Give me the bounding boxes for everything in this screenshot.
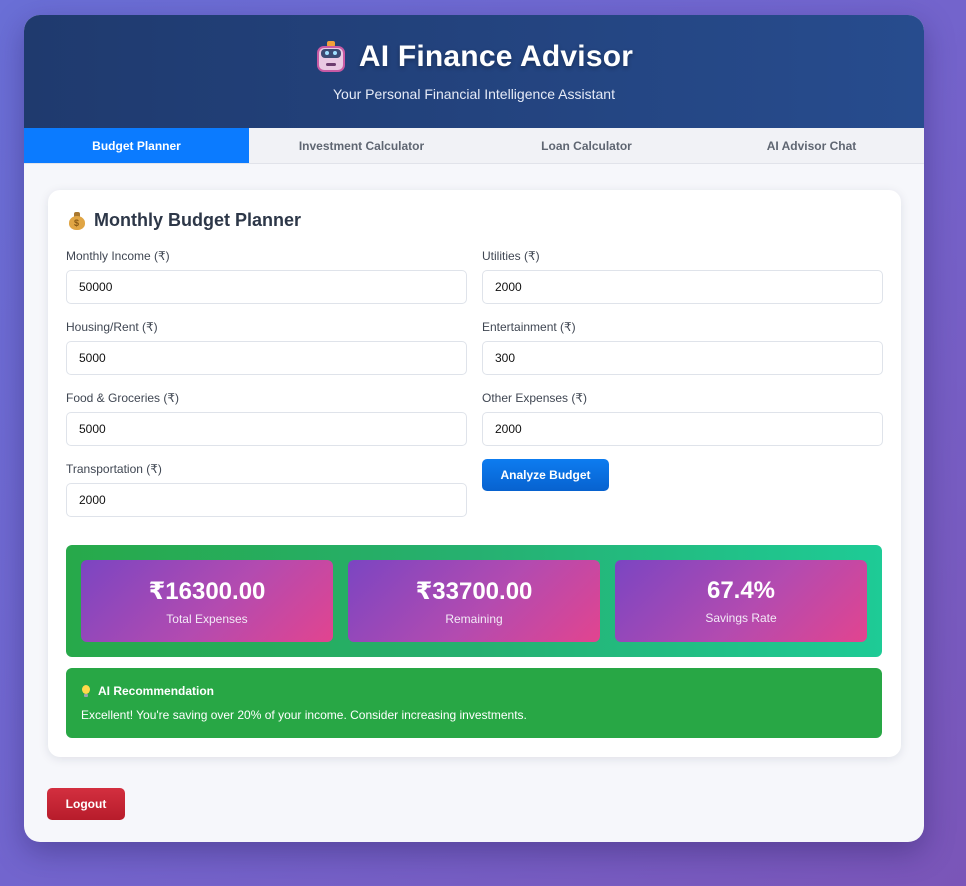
- transport-field-group: Transportation (₹): [66, 462, 467, 517]
- app-header: AI Finance Advisor Your Personal Financi…: [24, 15, 924, 128]
- entertainment-input[interactable]: [482, 341, 883, 375]
- analyze-budget-button[interactable]: Analyze Budget: [482, 459, 609, 491]
- income-field-group: Monthly Income (₹): [66, 249, 467, 304]
- logout-button[interactable]: Logout: [47, 788, 125, 820]
- app-subtitle: Your Personal Financial Intelligence Ass…: [333, 86, 615, 102]
- remaining-card: ₹33700.00 Remaining: [348, 560, 600, 642]
- tab-investment-calculator[interactable]: Investment Calculator: [249, 128, 474, 163]
- money-bag-icon: $: [68, 211, 86, 230]
- food-field-group: Food & Groceries (₹): [66, 391, 467, 446]
- savings-rate-value: 67.4%: [706, 577, 776, 604]
- other-expenses-label: Other Expenses (₹): [482, 391, 588, 405]
- tab-bar: Budget Planner Investment Calculator Loa…: [24, 128, 924, 164]
- card-title: $ Monthly Budget Planner: [68, 210, 301, 231]
- housing-input[interactable]: [66, 341, 467, 375]
- entertainment-label: Entertainment (₹): [482, 320, 576, 334]
- housing-label: Housing/Rent (₹): [66, 320, 158, 334]
- remaining-value: ₹33700.00: [415, 578, 533, 605]
- tab-ai-advisor-chat[interactable]: AI Advisor Chat: [699, 128, 924, 163]
- recommendation-header: AI Recommendation: [81, 684, 867, 698]
- food-label: Food & Groceries (₹): [66, 391, 179, 405]
- income-label: Monthly Income (₹): [66, 249, 170, 263]
- savings-rate-card: 67.4% Savings Rate: [615, 560, 867, 642]
- other-expenses-input[interactable]: [482, 412, 883, 446]
- budget-card: $ Monthly Budget Planner Monthly Income …: [48, 190, 901, 757]
- tab-budget-planner[interactable]: Budget Planner: [24, 128, 249, 163]
- tab-loan-calculator[interactable]: Loan Calculator: [474, 128, 699, 163]
- budget-title: Monthly Budget Planner: [94, 210, 301, 230]
- transport-label: Transportation (₹): [66, 462, 162, 476]
- utilities-field-group: Utilities (₹): [482, 249, 883, 304]
- app-title: AI Finance Advisor: [358, 40, 634, 73]
- other-field-group: Other Expenses (₹): [482, 391, 883, 446]
- utilities-label: Utilities (₹): [482, 249, 540, 263]
- entertainment-field-group: Entertainment (₹): [482, 320, 883, 375]
- recommendation-title: AI Recommendation: [98, 684, 215, 698]
- remaining-label: Remaining: [445, 612, 503, 626]
- utilities-input[interactable]: [482, 270, 883, 304]
- food-input[interactable]: [66, 412, 467, 446]
- app-window: AI Finance Advisor Your Personal Financi…: [24, 15, 924, 842]
- total-expenses-value: ₹16300.00: [148, 578, 266, 605]
- savings-rate-label: Savings Rate: [705, 611, 777, 625]
- transport-input[interactable]: [66, 483, 467, 517]
- results-panel: ₹16300.00 Total Expenses ₹33700.00 Remai…: [66, 545, 882, 657]
- recommendation-text: Excellent! You're saving over 20% of you…: [81, 708, 527, 722]
- title-row: AI Finance Advisor: [24, 15, 924, 74]
- housing-field-group: Housing/Rent (₹): [66, 320, 467, 375]
- lightbulb-icon: [81, 684, 91, 698]
- total-expenses-card: ₹16300.00 Total Expenses: [81, 560, 333, 642]
- robot-icon: [315, 41, 347, 73]
- total-expenses-label: Total Expenses: [166, 612, 248, 626]
- income-input[interactable]: [66, 270, 467, 304]
- ai-recommendation: AI Recommendation Excellent! You're savi…: [66, 668, 882, 738]
